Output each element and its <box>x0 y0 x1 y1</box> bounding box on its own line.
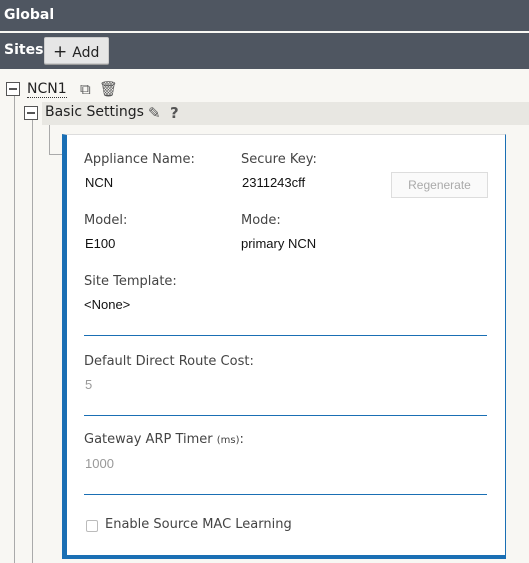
mac-learning-checkbox[interactable] <box>86 520 98 532</box>
site-template-select[interactable]: <None> <box>84 297 130 312</box>
arp-timer-label: Gateway ARP Timer (ms): <box>84 432 244 447</box>
site-template-label: Site Template: <box>84 274 177 289</box>
copy-icon[interactable]: ⧉ <box>80 80 91 98</box>
divider <box>84 415 487 416</box>
mode-label: Mode: <box>241 213 281 228</box>
secure-key-value: 2311243cff <box>242 175 306 190</box>
add-label: Add <box>72 45 100 61</box>
add-site-button[interactable]: + Add <box>44 37 109 64</box>
basic-settings-panel: Appliance Name: NCN Secure Key: 2311243c… <box>62 134 506 559</box>
arp-colon: : <box>239 432 244 447</box>
divider <box>84 335 487 336</box>
tree-line <box>49 125 50 155</box>
arp-label-text: Gateway ARP Timer <box>84 432 213 447</box>
basic-settings-title: Basic Settings <box>45 104 144 120</box>
header-title: Global <box>4 7 55 23</box>
secure-key-label: Secure Key: <box>241 152 317 167</box>
sites-bar: Sites + Add <box>0 33 529 69</box>
plus-icon: + <box>53 42 68 62</box>
model-value: E100 <box>85 236 116 251</box>
collapse-basic-settings-toggle[interactable] <box>24 106 38 120</box>
tree-line <box>32 118 33 563</box>
global-header: Global <box>0 0 529 31</box>
tree-line <box>14 95 15 563</box>
sites-label: Sites <box>4 42 44 58</box>
help-icon[interactable]: ? <box>170 104 179 122</box>
pencil-icon[interactable]: ✎ <box>148 104 161 122</box>
tree-line <box>49 154 62 155</box>
arp-timer-input[interactable]: 1000 <box>85 456 114 471</box>
trash-icon[interactable]: 🗑 <box>99 80 118 98</box>
regenerate-button[interactable]: Regenerate <box>391 172 488 198</box>
route-cost-input[interactable]: 5 <box>85 377 92 392</box>
appliance-name-label: Appliance Name: <box>84 152 195 167</box>
model-label: Model: <box>84 213 128 228</box>
collapse-ncn1-toggle[interactable] <box>6 82 20 96</box>
arp-unit: (ms) <box>216 435 240 446</box>
mode-value: primary NCN <box>241 236 317 251</box>
appliance-name-value: NCN <box>85 175 114 190</box>
mac-learning-label[interactable]: Enable Source MAC Learning <box>105 517 292 532</box>
route-cost-label: Default Direct Route Cost: <box>84 354 254 369</box>
site-ncn1-link[interactable]: NCN1 <box>27 81 67 98</box>
divider <box>84 494 487 495</box>
